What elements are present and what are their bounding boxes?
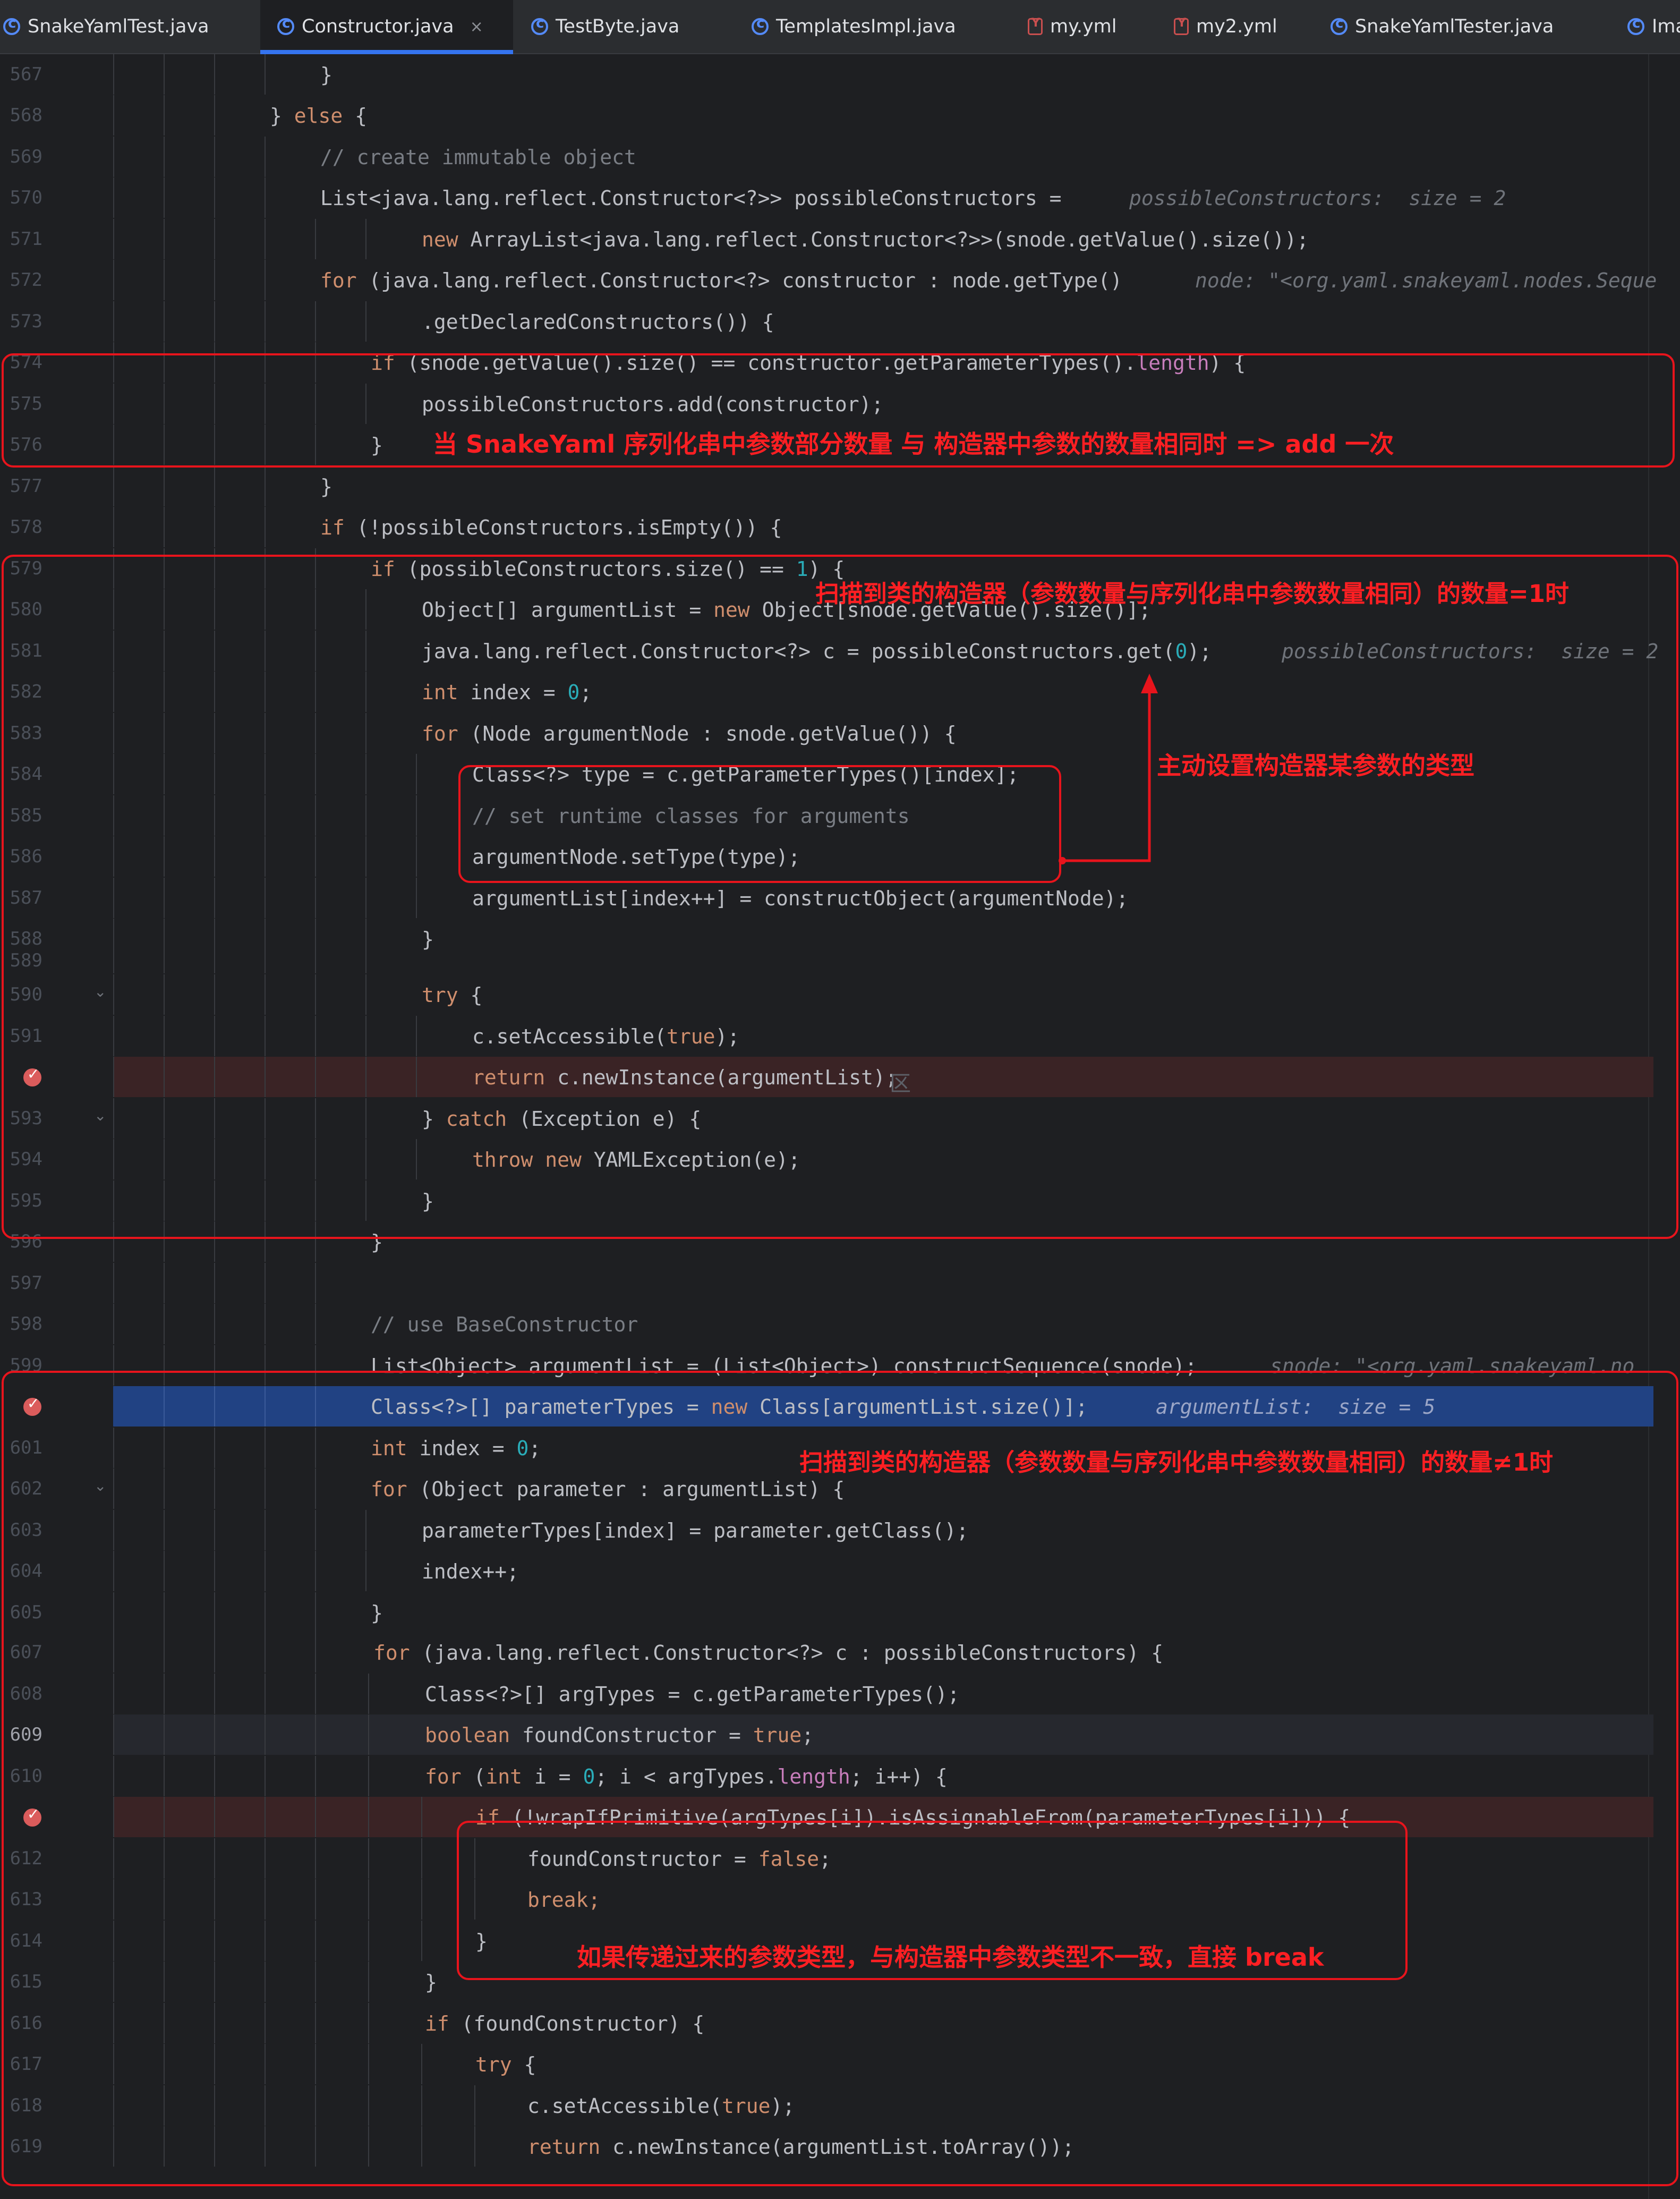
annotation-note-add: 当 SnakeYaml 序列化串中参数部分数量 与 构造器中参数的数量相同时 =… (433, 430, 1394, 459)
annotation-arrow (1059, 674, 1158, 864)
annotation-note-settype: 主动设置构造器某参数的类型 (1157, 751, 1474, 780)
annotation-note-break: 如果传递过来的参数类型，与构造器中参数类型不一致，直接 break (577, 1943, 1324, 1972)
annotation-note-size-neq-1: 扫描到类的构造器（参数数量与序列化串中参数数量相同）的数量≠1时 (799, 1448, 1554, 1476)
annotation-note-size-eq-1: 扫描到类的构造器（参数数量与序列化串中参数数量相同）的数量=1时 (815, 580, 1570, 608)
